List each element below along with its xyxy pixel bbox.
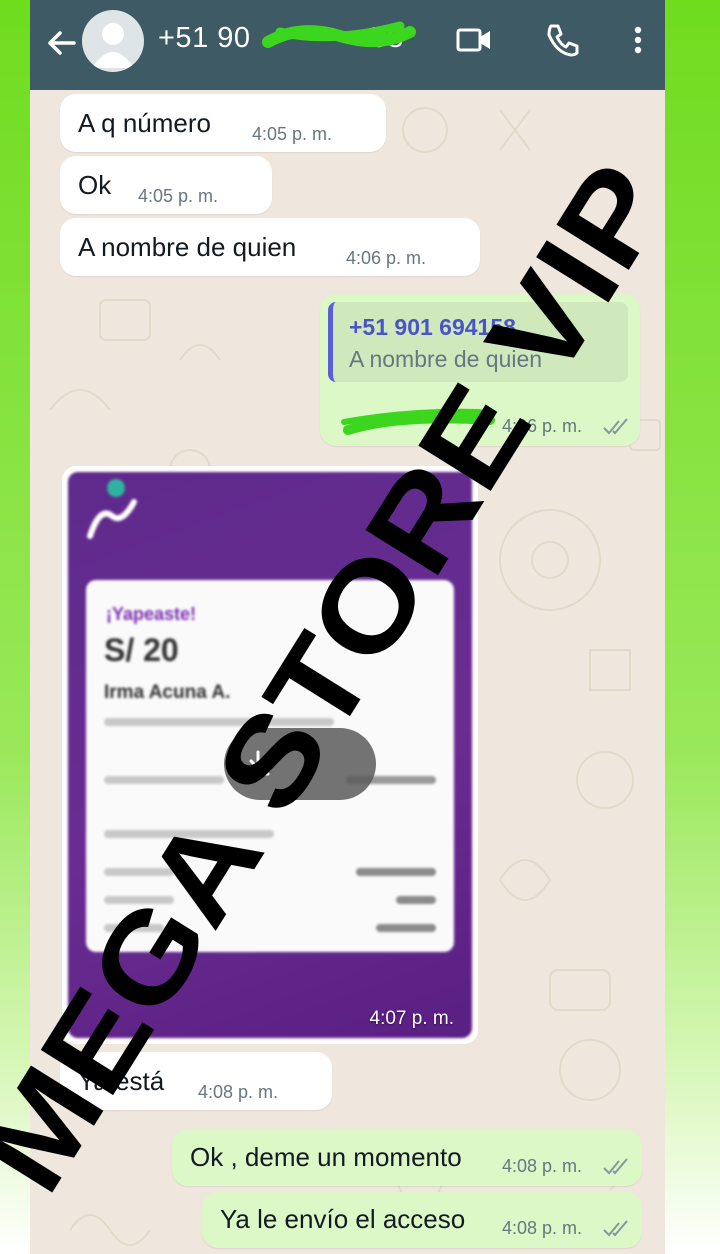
message-bubble-incoming[interactable]: A nombre de quien 4:06 p. m. [60,218,480,276]
video-call-icon[interactable] [454,20,494,60]
message-bubble-outgoing[interactable]: Ok , deme un momento 4:08 p. m. [172,1130,642,1186]
avatar-icon [92,23,134,68]
message-time: 4:06 p. m. [346,248,427,268]
avatar[interactable] [82,10,144,72]
message-time: 4:08 p. m. [502,1218,583,1238]
blurred-line [104,830,274,838]
message-time: 4:05 p. m. [252,124,333,144]
message-time: 4:08 p. m. [198,1082,279,1102]
phone-icon[interactable] [542,20,582,60]
more-vert-icon[interactable] [618,20,658,60]
contact-number-start: +51 90 [158,22,251,54]
message-text: Ya le envío el acceso [220,1204,466,1234]
double-check-icon [603,418,628,435]
message-text: A q número [78,108,211,138]
quoted-text: A nombre de quien [349,346,543,372]
message-bubble-incoming[interactable]: A q número 4:05 p. m. [60,94,386,152]
download-button[interactable] [224,728,376,800]
blurred-line [104,896,174,904]
payment-recipient: Irma Acuna A. [104,682,231,703]
message-bubble-incoming[interactable]: Ok 4:05 p. m. [60,156,272,214]
quoted-message[interactable]: +51 901 694158 A nombre de quien [328,302,628,382]
back-arrow-icon[interactable] [44,26,78,60]
redaction-scribble [341,408,495,435]
double-check-icon [603,1220,628,1237]
yape-logo [87,479,137,539]
message-time: 4:07 p. m. [369,1008,455,1029]
message-time: 4:05 p. m. [138,186,219,206]
quoted-author: +51 901 694158 [349,314,516,340]
blurred-line [104,776,224,784]
blurred-line [356,868,436,876]
message-text: Ok [78,170,112,200]
payment-header: ¡Yapeaste! [106,604,197,624]
download-icon [246,750,270,776]
redaction-scribble [262,21,416,48]
message-bubble-outgoing[interactable]: Ya le envío el acceso 4:08 p. m. [202,1192,642,1248]
blurred-line [104,718,334,726]
message-time: 4:08 p. m. [502,1156,583,1176]
image-message[interactable]: ¡Yapeaste! S/ 20 Irma Acuna A. 4:07 p. m… [62,466,478,1044]
message-text: A nombre de quien [78,232,297,262]
message-bubble-incoming[interactable]: Ya está 4:08 p. m. [60,1052,332,1110]
blurred-line [104,924,164,932]
message-text: Ya está [78,1066,165,1096]
chat-screen: +51 90 58 A q número 4:05 p. m. Ok 4:05 p… [30,0,665,1254]
blurred-line [104,868,174,876]
payment-amount: S/ 20 [104,632,179,668]
message-time: 4:06 p. m. [502,416,583,436]
blurred-line [396,896,436,904]
double-check-icon [603,1158,628,1175]
blurred-line [376,924,436,932]
message-text: Ok , deme un momento [190,1142,462,1172]
chat-header: +51 90 58 [30,0,665,90]
message-bubble-outgoing[interactable]: +51 901 694158 A nombre de quien 4:06 p.… [320,294,640,446]
